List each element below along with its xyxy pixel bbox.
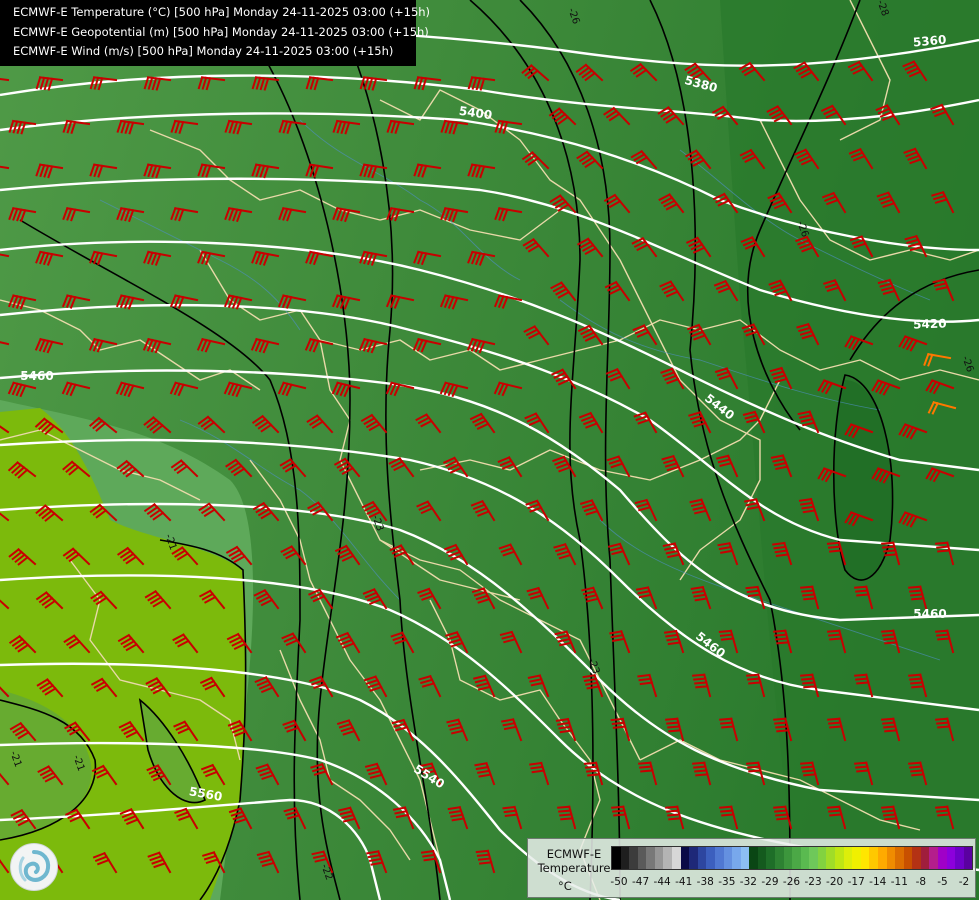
legend-swatch [886, 847, 896, 869]
legend-swatch [774, 847, 784, 869]
legend-tick: -32 [739, 876, 757, 888]
legend-swatch [714, 847, 724, 869]
legend-tick: -20 [826, 876, 844, 888]
legend-swatch [620, 847, 630, 869]
legend-swatch [860, 847, 870, 869]
legend-swatch [955, 847, 964, 869]
legend-swatch [637, 847, 647, 869]
legend-swatch [663, 847, 673, 869]
geopotential-label: 5420 [913, 316, 947, 331]
legend-swatch [869, 847, 878, 869]
map-title-box: ECMWF-E Temperature (°C) [500 hPa] Monda… [0, 0, 431, 66]
legend-tick: -38 [696, 876, 714, 888]
legend-swatch [835, 847, 844, 869]
legend-swatch [612, 847, 621, 869]
title-geopotential: ECMWF-E Geopotential (m) [500 hPa] Monda… [13, 24, 429, 39]
legend-tick: -23 [804, 876, 822, 888]
legend-swatch [800, 847, 810, 869]
legend-colorbar [611, 846, 973, 870]
legend-swatch [903, 847, 913, 869]
legend-tick: -5 [937, 876, 948, 888]
legend-tick: -26 [782, 876, 801, 888]
legend-swatch [766, 847, 775, 869]
legend-tick: -50 [610, 876, 628, 888]
legend-swatch [646, 847, 655, 869]
temperature-legend: ECMWF-E Temperature °C -50 -47 -44 -41 -38 -3… [527, 838, 976, 898]
legend-swatch [706, 847, 715, 869]
provider-logo[interactable] [10, 843, 58, 891]
legend-swatch [946, 847, 956, 869]
legend-swatch [732, 847, 741, 869]
legend-tick: -2 [958, 876, 970, 888]
legend-swatch [929, 847, 938, 869]
legend-unit: °C [558, 879, 572, 893]
legend-swatch [792, 847, 801, 869]
legend-swatch [672, 847, 681, 869]
geopotential-label: 5360 [912, 33, 946, 50]
legend-swatch [723, 847, 733, 869]
legend-tick: -17 [847, 876, 865, 888]
legend-swatch [895, 847, 904, 869]
legend-swatch [843, 847, 853, 869]
title-temperature: ECMWF-E Temperature (°C) [500 hPa] Monda… [13, 5, 431, 19]
legend-swatch [852, 847, 861, 869]
swirl-logo-icon [18, 850, 51, 882]
legend-tick: -11 [890, 876, 908, 888]
legend-tick: -44 [653, 876, 671, 888]
weather-map[interactable]: 5360538054005420544054605460546055405560… [0, 0, 979, 900]
geopotential-label: 5460 [913, 607, 946, 621]
legend-swatch [629, 847, 638, 869]
legend-tick: -29 [761, 876, 779, 888]
title-wind: ECMWF-E Wind (m/s) [500 hPa] Monday 24-1… [13, 44, 394, 58]
legend-title: ECMWF-E Temperature [537, 847, 611, 875]
legend-swatch [757, 847, 767, 869]
legend-swatch [877, 847, 887, 869]
legend-tick: -41 [675, 876, 693, 888]
legend-swatch [654, 847, 664, 869]
legend-swatch [697, 847, 707, 869]
legend-tick: -14 [869, 876, 887, 888]
legend-swatch [817, 847, 827, 869]
legend-swatch [826, 847, 836, 869]
legend-swatch [749, 847, 758, 869]
legend-tick: -8 [915, 876, 927, 888]
geopotential-label: 5460 [20, 369, 53, 383]
legend-swatch [740, 847, 750, 869]
legend-swatch [680, 847, 690, 869]
legend-ticks: -50 -47 -44 -41 -38 -35 -32 -29 -26 -23 -20 -17 -14-… [610, 876, 971, 892]
legend-swatch [689, 847, 698, 869]
legend-swatch [920, 847, 930, 869]
legend-tick: -47 [631, 876, 650, 888]
legend-swatch [912, 847, 921, 869]
legend-swatch [963, 847, 973, 869]
legend-swatch [937, 847, 947, 869]
legend-swatch [809, 847, 818, 869]
legend-swatch [783, 847, 793, 869]
legend-tick: -35 [718, 876, 736, 888]
